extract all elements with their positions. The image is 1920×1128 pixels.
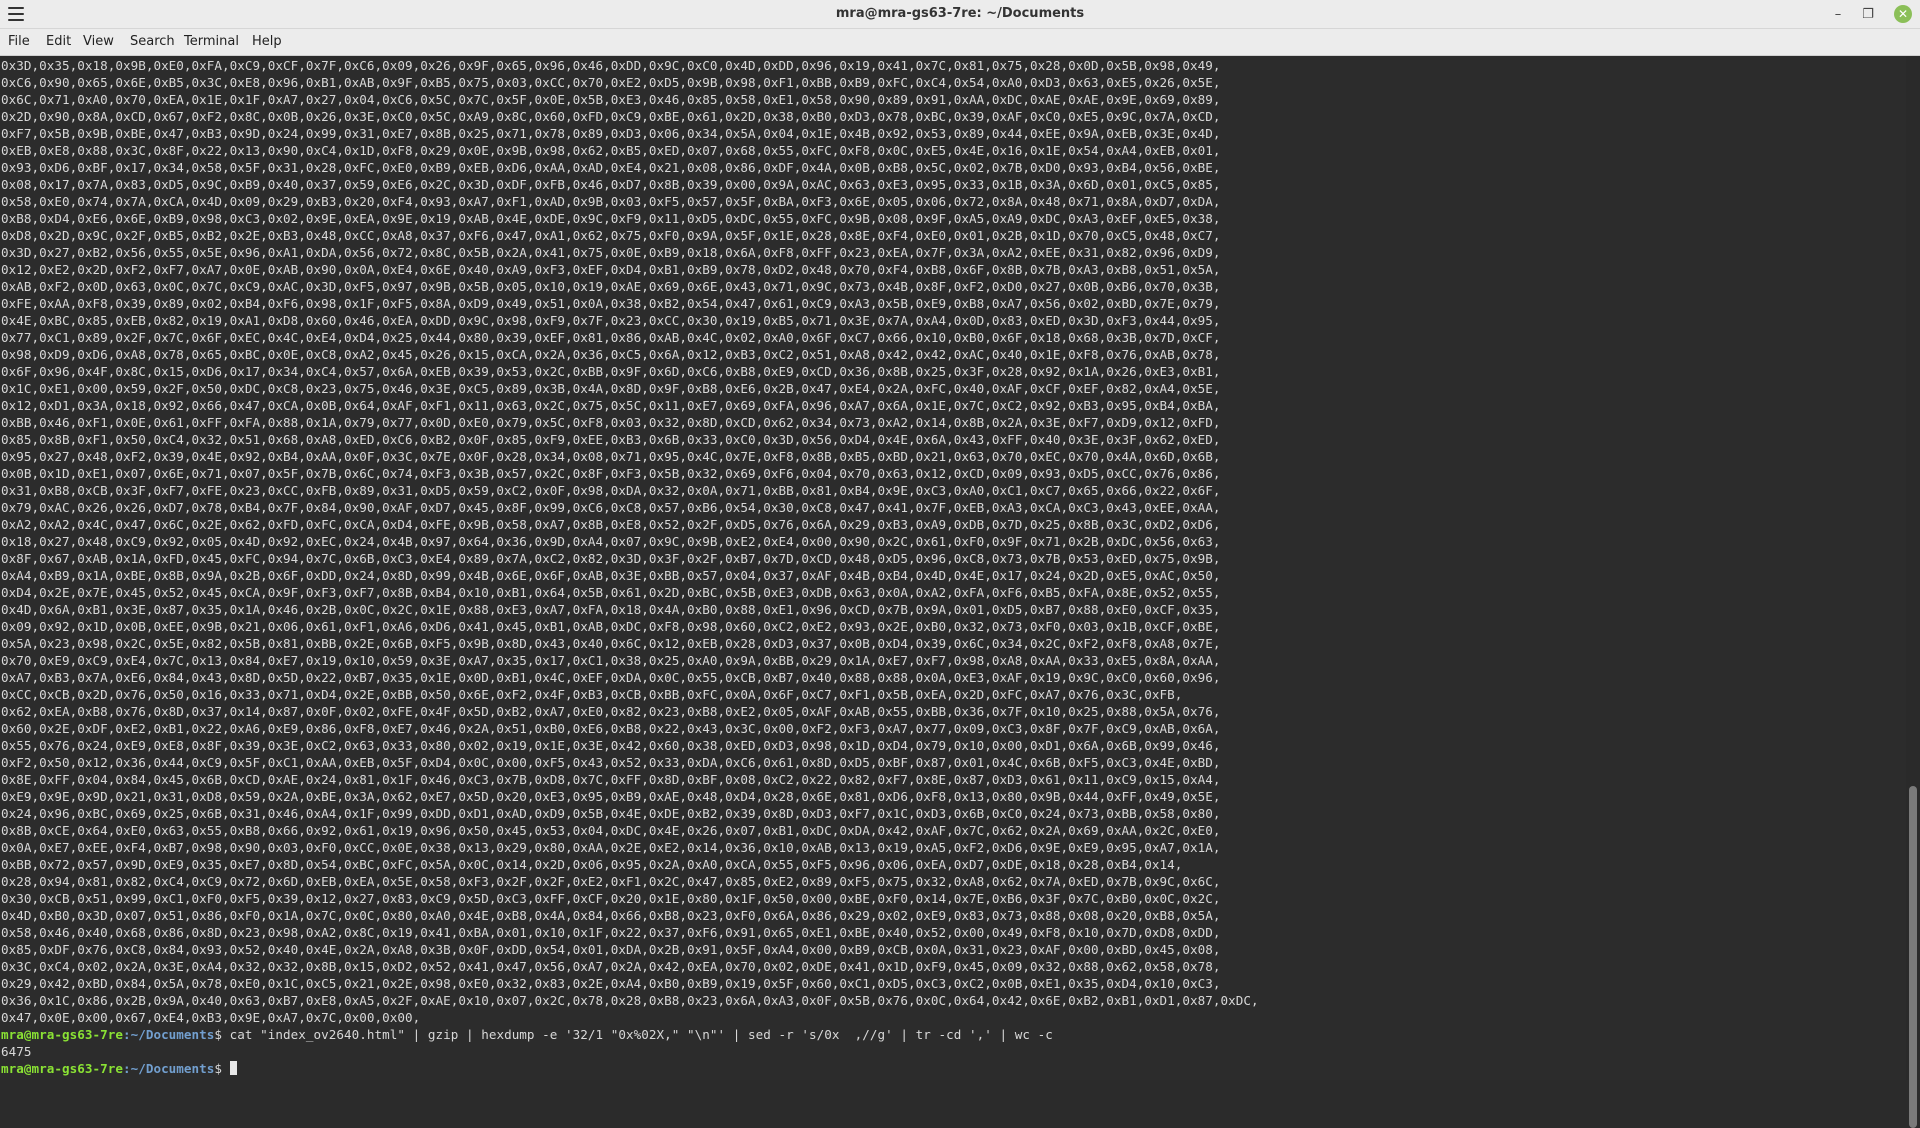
hex-line: 0x30,0xCB,0x51,0x99,0xC1,0xF0,0xF5,0x39,… [1, 891, 1221, 906]
hex-line: 0x4E,0xBC,0x85,0xEB,0x82,0x19,0xA1,0xD8,… [1, 313, 1221, 328]
current-prompt-line[interactable]: mra@mra-gs63-7re:~/Documents$ [1, 1060, 1906, 1077]
maximize-icon[interactable]: ❐ [1858, 4, 1878, 24]
hex-line: 0x0B,0x1D,0xE1,0x07,0x6E,0x71,0x07,0x5F,… [1, 466, 1221, 481]
minimize-icon[interactable]: – [1828, 4, 1848, 24]
menu-file[interactable]: File [8, 34, 30, 49]
hex-output: 0x3D,0x35,0x18,0x9B,0xE0,0xFA,0xC9,0xCF,… [1, 57, 1906, 1026]
hex-line: 0x4D,0xB0,0x3D,0x07,0x51,0x86,0xF0,0x1A,… [1, 908, 1221, 923]
hex-line: 0x08,0x17,0x7A,0x83,0xD5,0x9C,0xB9,0x40,… [1, 177, 1221, 192]
menu-edit[interactable]: Edit [46, 34, 71, 49]
hex-line: 0x58,0x46,0x40,0x68,0x86,0x8D,0x23,0x98,… [1, 925, 1221, 940]
hex-line: 0x77,0xC1,0x89,0x2F,0x7C,0x6F,0xEC,0x4C,… [1, 330, 1221, 345]
hex-line: 0x29,0x42,0xBD,0x84,0x5A,0x78,0xE0,0x1C,… [1, 976, 1221, 991]
hex-line: 0xBB,0x72,0x57,0x9D,0xE9,0x35,0xE7,0x8D,… [1, 857, 1183, 872]
hex-line: 0xA2,0xA2,0x4C,0x47,0x6C,0x2E,0x62,0xFD,… [1, 517, 1221, 532]
hex-line: 0x8B,0xCE,0x64,0xE0,0x63,0x55,0xB8,0x66,… [1, 823, 1221, 838]
scrollbar[interactable] [1906, 56, 1920, 1128]
hex-line: 0x98,0xD9,0xD6,0xA8,0x78,0x65,0xBC,0x0E,… [1, 347, 1221, 362]
hex-line: 0x70,0xE9,0xC9,0xE4,0x7C,0x13,0x84,0xE7,… [1, 653, 1221, 668]
title-bar: mra@mra-gs63-7re: ~/Documents – ❐ ✕ [0, 0, 1920, 29]
window-title: mra@mra-gs63-7re: ~/Documents [835, 6, 1085, 21]
hex-line: 0xA7,0xB3,0x7A,0xE6,0x84,0x43,0x8D,0x5D,… [1, 670, 1221, 685]
command-output: 6475 [1, 1044, 32, 1059]
hex-line: 0xCC,0xCB,0x2D,0x76,0x50,0x16,0x33,0x71,… [1, 687, 1183, 702]
prompt-user: mra@mra-gs63-7re [1, 1027, 123, 1042]
text-cursor [229, 1061, 237, 1075]
hex-line: 0x8E,0xFF,0x04,0x84,0x45,0x6B,0xCD,0xAE,… [1, 772, 1221, 787]
hex-line: 0xBB,0x46,0xF1,0x0E,0x61,0xFF,0xFA,0x88,… [1, 415, 1221, 430]
hex-line: 0x12,0xE2,0x2D,0xF2,0xF7,0xA7,0x0E,0xAB,… [1, 262, 1221, 277]
hex-line: 0x55,0x76,0x24,0xE9,0xE8,0x8F,0x39,0x3E,… [1, 738, 1221, 753]
hex-line: 0xF7,0x5B,0x9B,0xBE,0x47,0xB3,0x9D,0x24,… [1, 126, 1221, 141]
command-line: mra@mra-gs63-7re:~/Documents$ cat "index… [1, 1026, 1906, 1043]
hex-line: 0xEB,0xE8,0x88,0x3C,0x8F,0x22,0x13,0x90,… [1, 143, 1221, 158]
menu-bar: File Edit View Search Terminal Help [0, 29, 1920, 56]
hex-line: 0x12,0xD1,0x3A,0x18,0x92,0x66,0x47,0xCA,… [1, 398, 1221, 413]
hex-line: 0xD4,0x2E,0x7E,0x45,0x52,0x45,0xCA,0x9F,… [1, 585, 1221, 600]
hex-line: 0x62,0xEA,0xB8,0x76,0x8D,0x37,0x14,0x87,… [1, 704, 1221, 719]
close-icon[interactable]: ✕ [1894, 5, 1912, 23]
hex-line: 0x79,0xAC,0x26,0x26,0xD7,0x78,0xB4,0x7F,… [1, 500, 1221, 515]
hex-line: 0x5A,0x23,0x98,0x2C,0x5E,0x82,0x5B,0x81,… [1, 636, 1221, 651]
menu-search[interactable]: Search [130, 34, 175, 49]
hex-line: 0xC6,0x90,0x65,0x6E,0xB5,0x3C,0xE8,0x96,… [1, 75, 1221, 90]
hex-line: 0x47,0x0E,0x00,0x67,0xE4,0xB3,0x9E,0xA7,… [1, 1010, 421, 1025]
command-text: cat "index_ov2640.html" | gzip | hexdump… [229, 1027, 1053, 1042]
hex-line: 0x60,0x2E,0xDF,0xE2,0xB1,0x22,0xA6,0xE9,… [1, 721, 1221, 736]
terminal-output[interactable]: 0x3D,0x35,0x18,0x9B,0xE0,0xFA,0xC9,0xCF,… [0, 56, 1906, 1080]
hex-line: 0x6C,0x71,0xA0,0x70,0xEA,0x1E,0x1F,0xA7,… [1, 92, 1221, 107]
hex-line: 0xA4,0xB9,0x1A,0xBE,0x8B,0x9A,0x2B,0x6F,… [1, 568, 1221, 583]
hex-line: 0xF2,0x50,0x12,0x36,0x44,0xC9,0x5F,0xC1,… [1, 755, 1221, 770]
hex-line: 0x93,0xD6,0xBF,0x17,0x34,0x58,0x5F,0x31,… [1, 160, 1221, 175]
current-prompt-path: :~/Documents [122, 1061, 215, 1076]
hex-line: 0x4D,0x6A,0xB1,0x3E,0x87,0x35,0x1A,0x46,… [1, 602, 1221, 617]
hex-line: 0x18,0x27,0x48,0xC9,0x92,0x05,0x4D,0x92,… [1, 534, 1221, 549]
prompt-path: :~/Documents [122, 1027, 215, 1042]
scrollbar-thumb[interactable] [1909, 786, 1917, 1128]
menu-help[interactable]: Help [252, 34, 282, 49]
menu-terminal[interactable]: Terminal [184, 34, 239, 49]
hex-line: 0xB8,0xD4,0xE6,0x6E,0xB9,0x98,0xC3,0x02,… [1, 211, 1221, 226]
hex-line: 0x95,0x27,0x48,0xF2,0x39,0x4E,0x92,0xB4,… [1, 449, 1221, 464]
hex-line: 0x6F,0x96,0x4F,0x8C,0x15,0xD6,0x17,0x34,… [1, 364, 1221, 379]
hex-line: 0x3D,0x27,0xB2,0x56,0x55,0x5E,0x96,0xA1,… [1, 245, 1221, 260]
hex-line: 0x09,0x92,0x1D,0x0B,0xEE,0x9B,0x21,0x06,… [1, 619, 1221, 634]
hex-line: 0x8F,0x67,0xAB,0x1A,0xFD,0x45,0xFC,0x94,… [1, 551, 1221, 566]
current-prompt-user: mra@mra-gs63-7re [1, 1061, 123, 1076]
hex-line: 0x36,0x1C,0x86,0x2B,0x9A,0x40,0x63,0xB7,… [1, 993, 1259, 1008]
hex-line: 0xFE,0xAA,0xF8,0x39,0x89,0x02,0xB4,0xF6,… [1, 296, 1221, 311]
current-prompt-sign: $ [214, 1061, 230, 1076]
hex-line: 0x24,0x96,0xBC,0x69,0x25,0x6B,0x31,0x46,… [1, 806, 1221, 821]
prompt-sign: $ [214, 1027, 230, 1042]
hex-line: 0xE9,0x9E,0x9D,0x21,0x31,0xD8,0x59,0x2A,… [1, 789, 1221, 804]
hex-line: 0x2D,0x90,0x8A,0xCD,0x67,0xF2,0x8C,0x0B,… [1, 109, 1221, 124]
hex-line: 0x3C,0xC4,0x02,0x2A,0x3E,0xA4,0x32,0x32,… [1, 959, 1221, 974]
hex-line: 0xD8,0x2D,0x9C,0x2F,0xB5,0xB2,0x2E,0xB3,… [1, 228, 1221, 243]
hex-line: 0x28,0x94,0x81,0x82,0xC4,0xC9,0x72,0x6D,… [1, 874, 1221, 889]
hex-line: 0x1C,0xE1,0x00,0x59,0x2F,0x50,0xDC,0xC8,… [1, 381, 1221, 396]
hex-line: 0x85,0xDF,0x76,0xC8,0x84,0x93,0x52,0x40,… [1, 942, 1221, 957]
hex-line: 0x0A,0xE7,0xEE,0xF4,0xB7,0x98,0x90,0x03,… [1, 840, 1221, 855]
hex-line: 0xAB,0xF2,0x0D,0x63,0x0C,0x7C,0xC9,0xAC,… [1, 279, 1221, 294]
hex-line: 0x31,0xB8,0xCB,0x3F,0xF7,0xFE,0x23,0xCC,… [1, 483, 1221, 498]
menu-view[interactable]: View [83, 34, 114, 49]
hex-line: 0x58,0xE0,0x74,0x7A,0xCA,0x4D,0x09,0x29,… [1, 194, 1221, 209]
hex-line: 0x3D,0x35,0x18,0x9B,0xE0,0xFA,0xC9,0xCF,… [1, 58, 1221, 73]
hex-line: 0x85,0x8B,0xF1,0x50,0xC4,0x32,0x51,0x68,… [1, 432, 1221, 447]
